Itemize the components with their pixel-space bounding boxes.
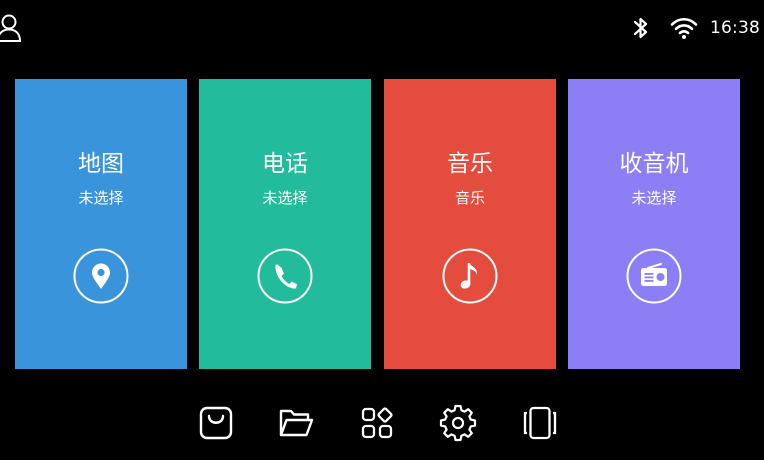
dock-settings-button[interactable] — [439, 404, 477, 442]
dock-files-button[interactable] — [277, 404, 315, 442]
dock-multiscreen-button[interactable] — [521, 404, 559, 442]
card-title: 收音机 — [619, 151, 689, 177]
folder-icon — [277, 404, 315, 442]
map-pin-icon — [73, 248, 129, 304]
status-bar: 16:38 — [632, 14, 760, 42]
card-music[interactable]: 音乐 音乐 — [384, 79, 556, 369]
user-button[interactable] — [0, 13, 22, 43]
user-icon — [0, 13, 22, 43]
bluetooth-icon — [632, 15, 650, 41]
dock-apps-button[interactable] — [358, 404, 396, 442]
card-radio[interactable]: 收音机 未选择 — [568, 79, 740, 369]
home-screen: 16:38 地图 未选择 电话 未选择 音乐 音乐 收音机 未选择 — [0, 0, 764, 460]
settings-gear-icon — [439, 404, 477, 442]
card-subtitle: 音乐 — [454, 189, 485, 207]
card-title: 地图 — [78, 151, 124, 177]
phone-icon — [257, 248, 313, 304]
status-time: 16:38 — [710, 18, 760, 38]
card-title: 音乐 — [447, 151, 493, 177]
bag-icon — [197, 404, 235, 442]
wifi-icon — [670, 16, 698, 40]
card-title: 电话 — [262, 151, 308, 177]
card-subtitle: 未选择 — [262, 189, 308, 207]
card-map[interactable]: 地图 未选择 — [15, 79, 187, 369]
dock-bag-button[interactable] — [197, 404, 235, 442]
multiscreen-icon — [521, 404, 559, 442]
card-phone[interactable]: 电话 未选择 — [199, 79, 371, 369]
card-subtitle: 未选择 — [78, 189, 124, 207]
apps-grid-icon — [358, 404, 396, 442]
card-subtitle: 未选择 — [631, 189, 677, 207]
radio-icon — [626, 248, 682, 304]
music-note-icon — [442, 248, 498, 304]
